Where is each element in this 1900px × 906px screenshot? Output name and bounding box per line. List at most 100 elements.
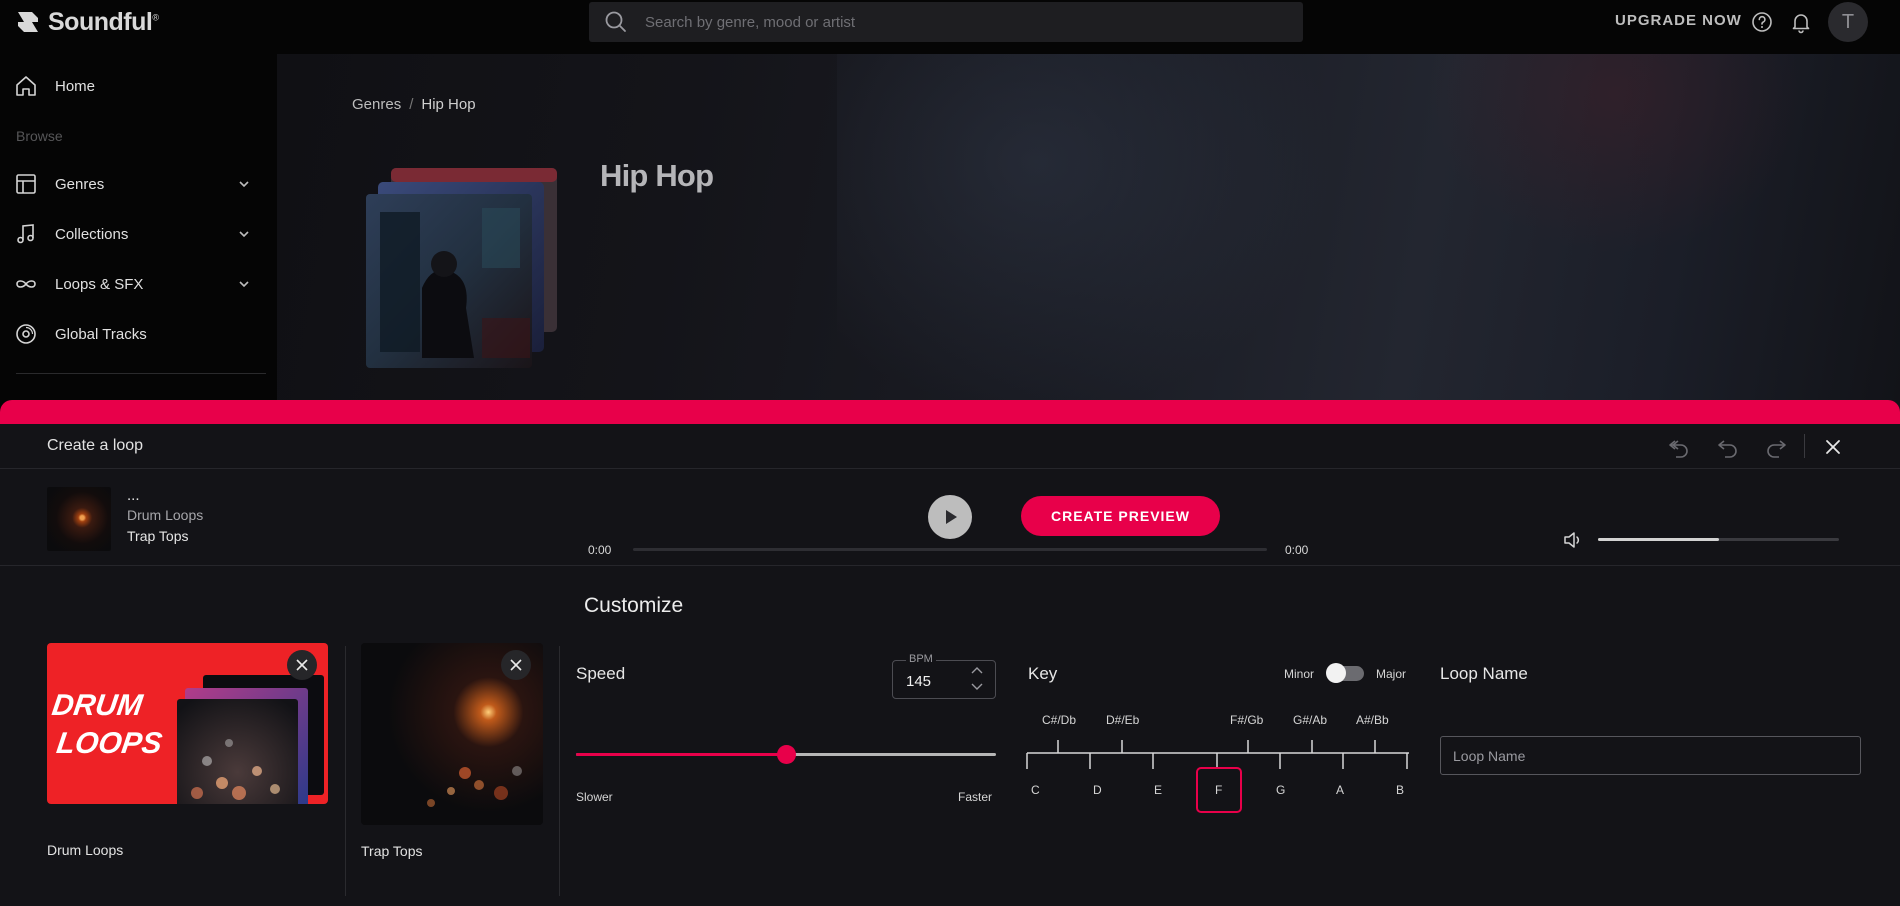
sidebar: Home Browse Genres Collections Loops & S… bbox=[0, 54, 277, 414]
search-bar[interactable] bbox=[589, 2, 1303, 42]
breadcrumb-genres-link[interactable]: Genres bbox=[352, 96, 401, 113]
genre-cover-art bbox=[366, 168, 557, 368]
key-e[interactable]: E bbox=[1154, 783, 1162, 797]
help-icon[interactable] bbox=[1750, 10, 1774, 34]
bpm-value[interactable]: 145 bbox=[906, 673, 931, 690]
home-icon bbox=[16, 76, 36, 96]
key-label: Key bbox=[1028, 664, 1058, 683]
infinity-icon bbox=[16, 280, 36, 288]
speed-slider-fill bbox=[576, 753, 786, 756]
grid-icon bbox=[16, 174, 36, 194]
sidebar-item-label: Home bbox=[55, 77, 96, 95]
key-c-sharp[interactable]: C#/Db bbox=[1042, 713, 1076, 727]
key-c[interactable]: C bbox=[1031, 783, 1040, 797]
customize-heading: Customize bbox=[584, 594, 684, 617]
volume-icon[interactable] bbox=[1562, 529, 1584, 551]
key-f-sharp[interactable]: F#/Gb bbox=[1230, 713, 1263, 727]
disc-icon bbox=[16, 324, 36, 344]
speed-label: Speed bbox=[576, 664, 626, 683]
play-icon bbox=[946, 510, 957, 524]
toggle-knob bbox=[1326, 663, 1346, 683]
minor-label: Minor bbox=[1284, 667, 1315, 681]
bpm-caption: BPM bbox=[906, 653, 936, 665]
remove-drum-loops-button[interactable] bbox=[287, 650, 317, 680]
playback-progress-bar[interactable] bbox=[633, 548, 1267, 551]
chevron-down-icon[interactable] bbox=[237, 177, 251, 191]
sidebar-item-home[interactable]: Home bbox=[14, 69, 259, 103]
user-avatar[interactable]: T bbox=[1828, 2, 1868, 42]
play-button[interactable] bbox=[928, 495, 972, 539]
breadcrumb-separator: / bbox=[409, 96, 414, 113]
sidebar-item-label: Loops & SFX bbox=[55, 275, 144, 293]
breadcrumb-current: Hip Hop bbox=[421, 96, 476, 113]
key-d-sharp[interactable]: D#/Eb bbox=[1106, 713, 1139, 727]
bpm-increase-icon[interactable] bbox=[970, 665, 984, 675]
preview-player: ... Drum Loops Trap Tops CREATE PREVIEW … bbox=[0, 469, 1900, 566]
panel-header: Create a loop bbox=[0, 424, 1900, 469]
sidebar-item-collections[interactable]: Collections bbox=[14, 217, 259, 251]
undo-icon[interactable] bbox=[1715, 434, 1741, 460]
drum-loops-label: Drum Loops bbox=[47, 842, 124, 858]
drum-art-text-2: LOOPS bbox=[55, 727, 165, 760]
trap-tops-card[interactable] bbox=[361, 643, 543, 825]
key-g[interactable]: G bbox=[1276, 783, 1285, 797]
sidebar-divider bbox=[16, 373, 266, 374]
speed-slider-thumb[interactable] bbox=[777, 745, 796, 764]
minor-major-toggle[interactable] bbox=[1326, 663, 1364, 683]
sidebar-item-global-tracks[interactable]: Global Tracks bbox=[14, 317, 259, 351]
key-f[interactable]: F bbox=[1215, 783, 1222, 797]
drum-art-text-1: DRUM bbox=[50, 689, 145, 722]
genre-hero: Genres / Hip Hop Hip Hop bbox=[277, 54, 1900, 414]
music-note-icon bbox=[17, 224, 34, 244]
page-title: Hip Hop bbox=[600, 158, 714, 193]
track-title: ... bbox=[127, 487, 140, 504]
speed-slider[interactable] bbox=[576, 745, 996, 764]
bpm-decrease-icon[interactable] bbox=[970, 682, 984, 692]
redo-icon[interactable] bbox=[1763, 434, 1789, 460]
track-thumbnail bbox=[47, 487, 111, 551]
volume-slider-fill bbox=[1598, 538, 1719, 541]
sidebar-item-label: Global Tracks bbox=[55, 325, 147, 343]
logo[interactable]: Soundful® bbox=[14, 6, 159, 38]
track-name[interactable]: Trap Tops bbox=[127, 528, 188, 544]
create-loop-panel: Create a loop ... Drum Loops Trap Tops C… bbox=[0, 424, 1900, 906]
close-icon[interactable] bbox=[1820, 434, 1846, 460]
drum-loops-art: DRUM LOOPS bbox=[50, 675, 324, 804]
search-icon bbox=[605, 11, 626, 32]
brand-name: Soundful® bbox=[48, 8, 159, 37]
search-input[interactable] bbox=[645, 13, 1245, 31]
panel-title: Create a loop bbox=[47, 437, 144, 454]
major-label: Major bbox=[1376, 667, 1407, 681]
top-bar: Soundful® UPGRADE NOW T bbox=[0, 0, 1900, 54]
browse-heading: Browse bbox=[16, 128, 63, 144]
breadcrumb: Genres / Hip Hop bbox=[352, 96, 476, 113]
chevron-down-icon[interactable] bbox=[237, 227, 251, 241]
key-a[interactable]: A bbox=[1336, 783, 1344, 797]
time-total: 0:00 bbox=[1285, 543, 1309, 557]
volume-slider[interactable] bbox=[1598, 538, 1839, 541]
app-root: Soundful® UPGRADE NOW T Home bbox=[0, 0, 1900, 906]
reset-icon[interactable] bbox=[1666, 434, 1692, 460]
faster-label: Faster bbox=[958, 790, 993, 804]
remove-trap-tops-button[interactable] bbox=[501, 650, 531, 680]
header-divider bbox=[1804, 434, 1805, 458]
sidebar-item-loops-sfx[interactable]: Loops & SFX bbox=[14, 267, 259, 301]
chevron-down-icon[interactable] bbox=[237, 277, 251, 291]
upgrade-now-link[interactable]: UPGRADE NOW bbox=[1615, 12, 1742, 29]
key-a-sharp[interactable]: A#/Bb bbox=[1356, 713, 1389, 727]
sidebar-item-label: Genres bbox=[55, 175, 105, 193]
key-scale-ruler[interactable] bbox=[1026, 734, 1412, 770]
key-d[interactable]: D bbox=[1093, 783, 1102, 797]
hero-background-glow bbox=[1427, 54, 1807, 254]
loop-name-input[interactable] bbox=[1440, 736, 1861, 775]
drum-loops-card[interactable]: DRUM LOOPS bbox=[47, 643, 328, 804]
notification-bell-icon[interactable] bbox=[1789, 10, 1813, 34]
sidebar-item-genres[interactable]: Genres bbox=[14, 167, 259, 201]
track-category[interactable]: Drum Loops bbox=[127, 507, 203, 523]
create-preview-button[interactable]: CREATE PREVIEW bbox=[1021, 496, 1220, 536]
key-g-sharp[interactable]: G#/Ab bbox=[1293, 713, 1327, 727]
key-b[interactable]: B bbox=[1396, 783, 1404, 797]
hero-background-glow bbox=[837, 54, 1337, 414]
card-divider bbox=[345, 646, 346, 896]
close-icon bbox=[296, 659, 308, 671]
